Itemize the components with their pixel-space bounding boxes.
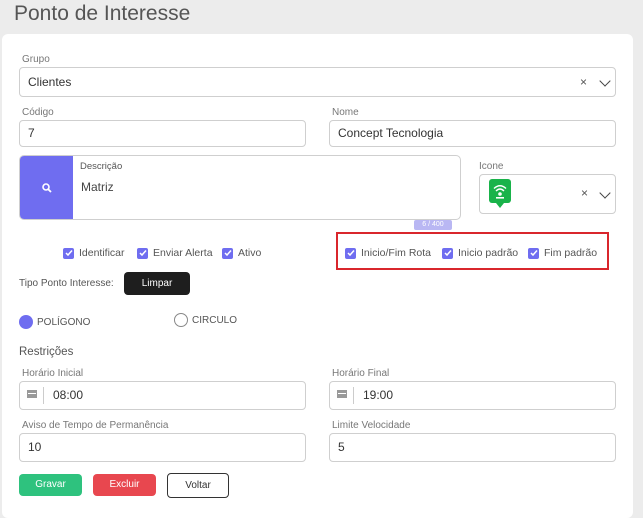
descricao-value: Matriz bbox=[81, 180, 114, 194]
checkbox-label: Identificar bbox=[79, 247, 125, 259]
radio-label: POLÍGONO bbox=[37, 316, 91, 328]
radio-label: CIRCULO bbox=[192, 314, 238, 326]
checkbox-check-icon bbox=[63, 247, 74, 259]
excluir-button[interactable]: Excluir bbox=[93, 474, 156, 496]
limite-input[interactable]: 5 bbox=[329, 433, 616, 462]
checkbox-check-icon bbox=[528, 247, 539, 259]
grupo-clear-icon[interactable]: × bbox=[580, 68, 587, 96]
icone-chevron-down-icon[interactable] bbox=[599, 187, 611, 199]
aviso-label: Aviso de Tempo de Permanência bbox=[22, 420, 169, 431]
checkbox-identificar[interactable]: Identificar bbox=[63, 247, 125, 259]
horario-final-input[interactable]: 19:00 bbox=[329, 381, 616, 410]
checkbox-label: Ativo bbox=[238, 247, 262, 259]
radio-unselected-icon bbox=[174, 313, 188, 327]
radio-circulo[interactable]: CIRCULO bbox=[174, 313, 237, 327]
input-divider bbox=[43, 387, 44, 404]
horario-final-value: 19:00 bbox=[363, 388, 394, 402]
gravar-button[interactable]: Gravar bbox=[19, 474, 82, 496]
grupo-chevron-down-icon[interactable] bbox=[599, 75, 611, 87]
codigo-input[interactable]: 7 bbox=[19, 120, 306, 147]
checkbox-inicio-padrao[interactable]: Inicio padrão bbox=[442, 247, 518, 259]
horario-final-label: Horário Final bbox=[332, 368, 390, 379]
restricoes-title: Restrições bbox=[19, 346, 74, 358]
icone-clear-icon[interactable]: × bbox=[581, 181, 588, 206]
form-card: Grupo Clientes × Código 7 Nome Concept T… bbox=[2, 34, 633, 518]
icone-select[interactable]: × bbox=[479, 174, 616, 214]
codigo-label: Código bbox=[22, 107, 54, 118]
horario-inicial-input[interactable]: 08:00 bbox=[19, 381, 306, 410]
calendar-icon bbox=[27, 390, 37, 398]
grupo-value: Clientes bbox=[28, 75, 72, 89]
checkbox-ativo[interactable]: Ativo bbox=[222, 247, 261, 259]
nome-value: Concept Tecnologia bbox=[338, 126, 444, 140]
aviso-input[interactable]: 10 bbox=[19, 433, 306, 462]
checkbox-label: Enviar Alerta bbox=[153, 247, 213, 259]
checkbox-label: Fim padrão bbox=[544, 247, 598, 259]
descricao-counter: 6 / 400 bbox=[414, 220, 452, 230]
checkbox-enviar-alerta[interactable]: Enviar Alerta bbox=[137, 247, 213, 259]
green-map-pin-signal-icon bbox=[489, 179, 511, 208]
tipo-label: Tipo Ponto Interesse: bbox=[19, 278, 114, 289]
nome-input[interactable]: Concept Tecnologia bbox=[329, 120, 616, 147]
limite-label: Limite Velocidade bbox=[332, 420, 411, 431]
icone-label: Icone bbox=[479, 161, 504, 172]
checkbox-fim-padrao[interactable]: Fim padrão bbox=[528, 247, 597, 259]
grupo-select[interactable]: Clientes × bbox=[19, 67, 616, 97]
nome-label: Nome bbox=[332, 107, 359, 118]
checkbox-check-icon bbox=[222, 247, 233, 259]
checkbox-label: Inicio padrão bbox=[458, 247, 519, 259]
descricao-search-button[interactable] bbox=[20, 156, 73, 219]
calendar-icon bbox=[337, 390, 347, 398]
codigo-value: 7 bbox=[28, 126, 35, 140]
checkbox-check-icon bbox=[345, 247, 356, 259]
checkbox-check-icon bbox=[442, 247, 453, 259]
radio-selected-icon bbox=[19, 315, 33, 329]
checkbox-check-icon bbox=[137, 247, 148, 259]
grupo-label: Grupo bbox=[22, 54, 50, 65]
descricao-label: Descrição bbox=[80, 161, 123, 172]
checkbox-inicio-fim-rota[interactable]: Inicio/Fim Rota bbox=[345, 247, 431, 259]
descricao-field[interactable]: Descrição Matriz bbox=[19, 155, 461, 220]
horario-inicial-value: 08:00 bbox=[53, 388, 84, 402]
radio-poligono[interactable]: POLÍGONO bbox=[19, 315, 90, 329]
search-icon bbox=[41, 182, 52, 193]
aviso-value: 10 bbox=[28, 440, 42, 454]
limpar-button[interactable]: Limpar bbox=[124, 272, 190, 295]
limite-value: 5 bbox=[338, 440, 345, 454]
input-divider bbox=[353, 387, 354, 404]
checkbox-label: Inicio/Fim Rota bbox=[361, 247, 432, 259]
voltar-button[interactable]: Voltar bbox=[167, 473, 229, 498]
page-title: Ponto de Interesse bbox=[14, 2, 191, 25]
horario-inicial-label: Horário Inicial bbox=[22, 368, 84, 379]
